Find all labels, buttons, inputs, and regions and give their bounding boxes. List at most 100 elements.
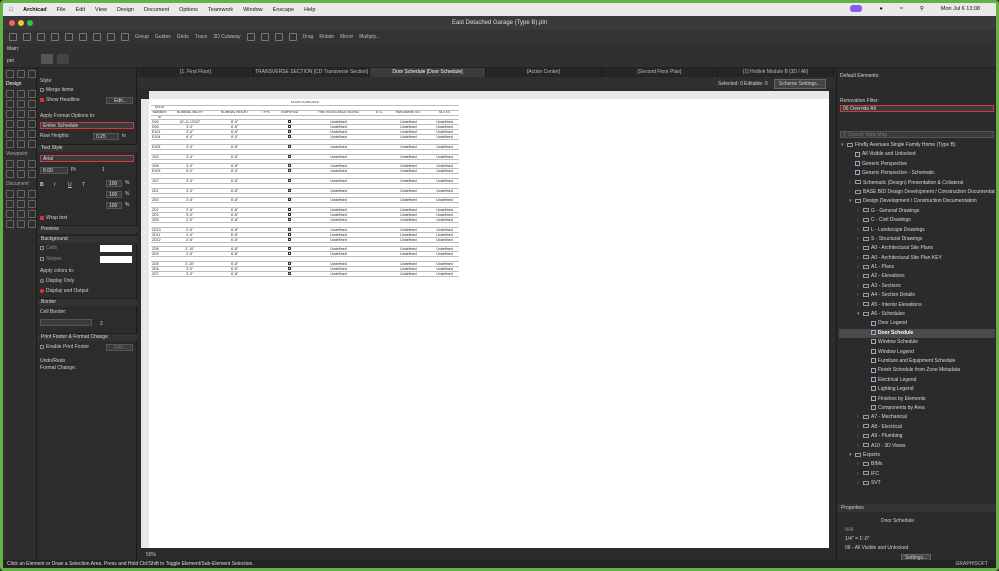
zoom-icon[interactable]: [27, 20, 33, 26]
slab-tool-icon[interactable]: [28, 100, 36, 108]
merge-items-checkbox[interactable]: [40, 87, 44, 92]
detail-tool-icon[interactable]: [17, 170, 25, 178]
change-tool-icon[interactable]: [17, 220, 25, 228]
preview-section[interactable]: Preview: [38, 225, 137, 233]
snap-icon[interactable]: [246, 33, 255, 41]
schedule-cell-tempered[interactable]: [273, 271, 305, 278]
wifi-icon[interactable]: ≈: [900, 6, 903, 12]
worksheet-tool-icon[interactable]: [6, 170, 14, 178]
pan-icon[interactable]: [28, 70, 36, 78]
navigator-folder[interactable]: ▾ A6 - Schedules: [839, 310, 995, 319]
row-height-input[interactable]: 0.25: [93, 133, 119, 140]
view-tab[interactable]: [1. First Floor]: [138, 68, 254, 77]
display-output-option[interactable]: Display and Output: [40, 288, 89, 294]
toolbox-document-header[interactable]: Document: [3, 180, 36, 188]
beam-tool-icon[interactable]: [17, 100, 25, 108]
text-spin-value[interactable]: 1: [102, 167, 105, 173]
display-output-radio[interactable]: [40, 288, 44, 293]
interior-elev-tool-icon[interactable]: [28, 160, 36, 168]
railing-tool-icon[interactable]: [6, 120, 14, 128]
wall-tool-icon[interactable]: [6, 90, 14, 98]
print-footer-edit-button[interactable]: Edit...: [106, 344, 133, 351]
minimize-icon[interactable]: [18, 20, 24, 26]
morph-tool-icon[interactable]: [28, 120, 36, 128]
bold-button[interactable]: B: [40, 182, 44, 188]
enable-print-footer-checkbox[interactable]: [40, 344, 44, 349]
navigator-view[interactable]: Door Schedule: [839, 328, 995, 339]
search-icon[interactable]: ⚲: [920, 6, 924, 12]
navigator-folder[interactable]: ▾ Exports: [839, 451, 995, 460]
navigator-folder[interactable]: › A9 - Plumbing: [839, 432, 995, 441]
curtainwall-tool-icon[interactable]: [17, 120, 25, 128]
stripes-checkbox[interactable]: [40, 256, 44, 261]
toolbox-viewpoint-header[interactable]: Viewpoint: [3, 150, 36, 158]
navigator-folder[interactable]: ▾ Firefly Avenues Single Family Home (Typ…: [839, 141, 995, 150]
view-tab[interactable]: [1] Hotlink Module B [3D / All]: [718, 68, 834, 77]
headline-edit-button[interactable]: Edit...: [106, 97, 133, 104]
navigator-view[interactable]: Lighting Legend: [839, 385, 995, 394]
cutaway-button[interactable]: 3D Cutaway: [213, 34, 240, 40]
navigator-folder[interactable]: › A10 - 3D Views: [839, 442, 995, 451]
column-tool-icon[interactable]: [6, 100, 14, 108]
toolbox-design-header[interactable]: Design: [3, 80, 36, 88]
view-tab[interactable]: [Action Center]: [486, 68, 602, 77]
merge-items-option[interactable]: Merge items: [40, 87, 74, 93]
navigator-view[interactable]: Finishes by Elements: [839, 395, 995, 404]
save-icon[interactable]: [37, 33, 45, 41]
elevation-tool-icon[interactable]: [17, 160, 25, 168]
menu-file[interactable]: File: [57, 7, 66, 13]
stripes-color-swatch[interactable]: [100, 256, 132, 263]
stripes-option[interactable]: Stripes: [40, 256, 62, 262]
italic-button[interactable]: I: [54, 182, 55, 188]
spacing-input[interactable]: 100: [106, 191, 122, 198]
navigator-view[interactable]: Generic Perspective - Schematic: [839, 169, 995, 178]
scheme-settings-button[interactable]: Scheme Settings...: [774, 79, 826, 89]
object-tool-icon[interactable]: [6, 130, 14, 138]
width-factor-input[interactable]: 100: [106, 180, 122, 187]
mirror-button[interactable]: Mirror: [340, 34, 353, 40]
menu-enscape[interactable]: Enscape: [273, 7, 294, 13]
print-footer-section[interactable]: Print Footer & Format Change: [38, 333, 137, 341]
navigator-folder[interactable]: › IFC: [839, 470, 995, 479]
navigator-folder[interactable]: ▾ Design Development / Construction Docum…: [839, 197, 995, 206]
navigator-folder[interactable]: › BASE BID Design Development / Construct…: [839, 188, 995, 197]
drag-button[interactable]: Drag: [303, 34, 314, 40]
redo-icon[interactable]: [65, 33, 73, 41]
wrap-text-option[interactable]: Wrap text: [40, 215, 67, 221]
schedule-cell-etc[interactable]: [372, 271, 387, 278]
navigator-folder[interactable]: › SVT: [839, 479, 995, 488]
menu-view[interactable]: View: [95, 7, 107, 13]
menu-window[interactable]: Window: [243, 7, 263, 13]
print-icon[interactable]: [79, 33, 87, 41]
door-tool-icon[interactable]: [17, 90, 25, 98]
trace-button[interactable]: Trace: [195, 34, 208, 40]
view-tab[interactable]: [Second Floor Plan]: [602, 68, 718, 77]
navigator-folder[interactable]: › A1 - Plans: [839, 263, 995, 272]
schedule-cell-type[interactable]: [257, 271, 274, 278]
navigator-folder[interactable]: › Schematic (Design) Presentation & Colla…: [839, 179, 995, 188]
figure-tool-icon[interactable]: [6, 220, 14, 228]
wrap-text-checkbox[interactable]: [40, 215, 44, 220]
window-tool-icon[interactable]: [28, 90, 36, 98]
adjust-icon[interactable]: [274, 33, 283, 41]
section-tool-icon[interactable]: [6, 160, 14, 168]
navigator-folder[interactable]: › S - Structural Drawings: [839, 235, 995, 244]
schedule-cell-fire[interactable]: Undefined: [304, 271, 373, 278]
zone-tool-icon[interactable]: [28, 130, 36, 138]
underline-button[interactable]: U: [68, 182, 72, 188]
navigator-folder[interactable]: › A3 - Sections: [839, 282, 995, 291]
navigator-folder[interactable]: › L - Landscape Drawings: [839, 226, 995, 235]
navigator-view[interactable]: Window Schedule: [839, 338, 995, 347]
polyline-tool-icon[interactable]: [17, 210, 25, 218]
text-tool-icon[interactable]: [28, 190, 36, 198]
search-view-map-input[interactable]: ⚲ Search View Map: [840, 131, 994, 138]
control-center-icon[interactable]: [850, 5, 863, 12]
apply-format-select[interactable]: Entire Schedule: [40, 122, 134, 129]
navigator-view[interactable]: Window Legend: [839, 348, 995, 357]
navigator-folder[interactable]: › A5 - Interior Elevations: [839, 301, 995, 310]
stair-tool-icon[interactable]: [28, 110, 36, 118]
prop-layer-combo-value[interactable]: 06 - All Visible and Unlocked: [845, 545, 908, 551]
opening-tool-icon[interactable]: [28, 140, 36, 148]
split-icon[interactable]: [260, 33, 269, 41]
schedule-row[interactable]: 2D7 3'-0" 6'-8" Undefined Undefined Undefined: [151, 271, 459, 278]
